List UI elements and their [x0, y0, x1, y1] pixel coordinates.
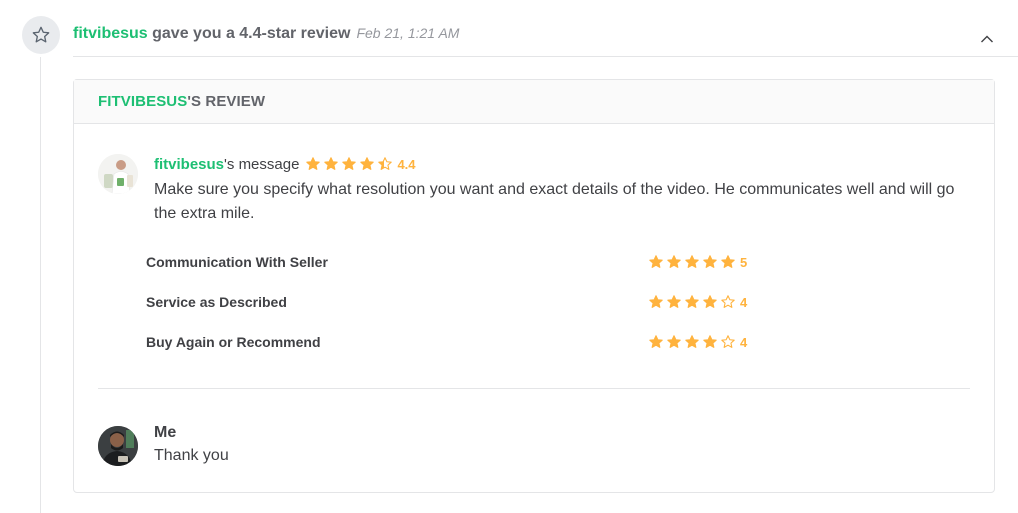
criteria-rating: 4: [740, 334, 748, 350]
review-card-title: FITVIBESUS'S REVIEW: [74, 80, 994, 124]
rating-breakdown: Communication With Seller 5 Service as D…: [146, 254, 766, 374]
star-filled-icon: [667, 335, 681, 348]
star-filled-icon: [667, 255, 681, 268]
criteria-label: Service as Described: [146, 294, 287, 310]
star-filled-icon: [685, 295, 699, 308]
star-filled-icon: [649, 295, 663, 308]
chevron-up-icon: [981, 35, 993, 43]
star-filled-icon: [324, 157, 339, 170]
event-action-text: gave you a 4.4-star review: [147, 25, 351, 42]
review-card: FITVIBESUS'S REVIEW fitvibesus's message…: [73, 79, 995, 493]
review-overall-rating: 4.4: [397, 156, 416, 172]
criteria-label: Communication With Seller: [146, 254, 328, 270]
star-filled-icon: [649, 255, 663, 268]
criteria-row: Communication With Seller 5: [146, 254, 766, 294]
timeline-rail: [40, 57, 41, 513]
event-date: Feb 21, 1:21 AM: [356, 25, 460, 41]
star-empty-icon: [721, 295, 735, 308]
criteria-stars: [648, 254, 736, 270]
card-title-user[interactable]: FITVIBESUS: [98, 93, 187, 110]
criteria-rating: 5: [740, 254, 748, 270]
star-filled-icon: [703, 255, 717, 268]
card-divider: [98, 388, 970, 389]
criteria-label: Buy Again or Recommend: [146, 334, 321, 350]
reviewer-avatar[interactable]: [98, 154, 138, 194]
collapse-button[interactable]: [978, 30, 996, 48]
star-filled-icon: [685, 335, 699, 348]
review-overall-stars: [305, 156, 393, 172]
star-filled-icon: [703, 335, 717, 348]
review-text: Make sure you specify what resolution yo…: [154, 181, 955, 222]
criteria-row: Buy Again or Recommend 4: [146, 334, 766, 374]
criteria-stars: [648, 294, 736, 310]
reply-text: Thank you: [154, 447, 229, 464]
card-title-suffix: 'S REVIEW: [187, 93, 266, 110]
event-user-link[interactable]: fitvibesus: [73, 25, 148, 42]
criteria-stars: [648, 334, 736, 350]
star-filled-icon: [721, 255, 735, 268]
star-filled-icon: [685, 255, 699, 268]
star-filled-icon: [342, 157, 357, 170]
star-filled-icon: [306, 157, 321, 170]
event-title: fitvibesus gave you a 4.4-star review Feb…: [73, 25, 459, 43]
my-avatar[interactable]: [98, 426, 138, 466]
star-filled-icon: [649, 335, 663, 348]
star-outline-icon: [22, 16, 60, 54]
star-filled-icon: [667, 295, 681, 308]
star-half-icon: [378, 157, 393, 170]
criteria-rating: 4: [740, 294, 748, 310]
star-empty-icon: [721, 335, 735, 348]
review-notification: fitvibesus gave you a 4.4-star review Feb…: [0, 0, 1018, 513]
criteria-row: Service as Described 4: [146, 294, 766, 334]
star-filled-icon: [703, 295, 717, 308]
review-user-link[interactable]: fitvibesus: [154, 156, 224, 173]
reply-author: Me: [154, 424, 177, 441]
star-filled-icon: [360, 157, 375, 170]
header-divider: [73, 56, 1018, 57]
review-title-suffix: 's message: [224, 155, 300, 173]
